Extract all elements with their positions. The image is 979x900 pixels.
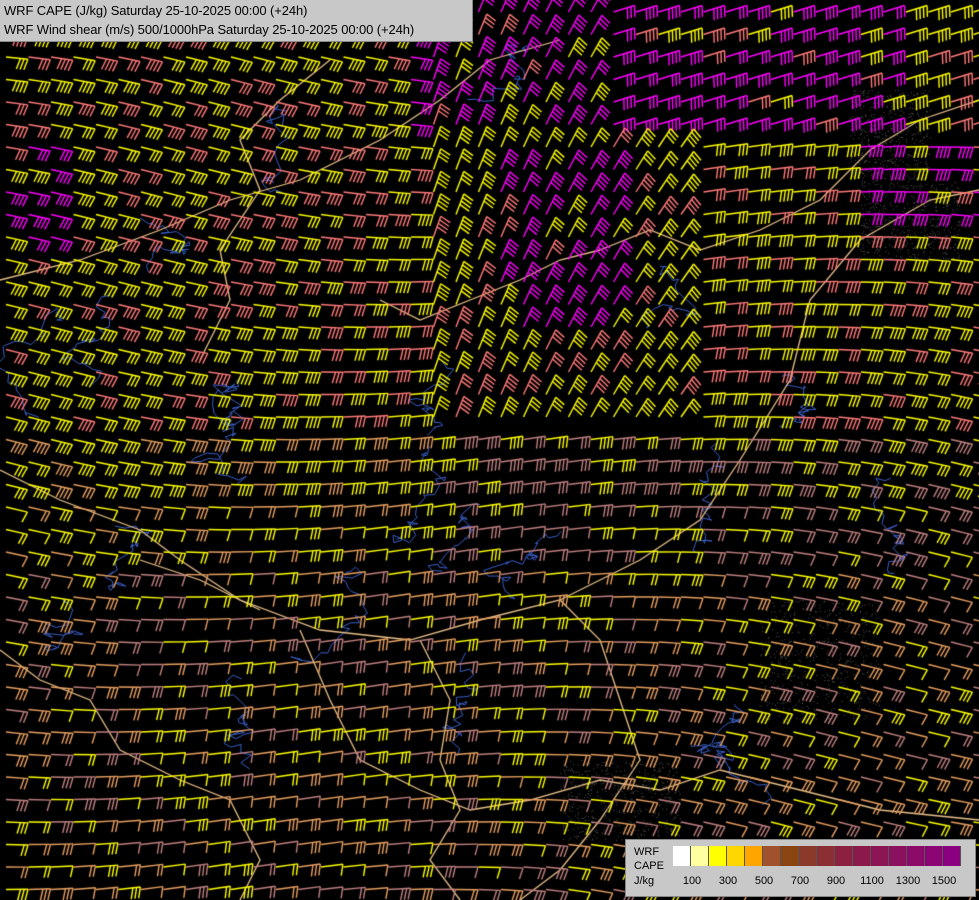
legend-tick-label: 1500 <box>931 875 957 887</box>
legend-unit-label: J/kg <box>634 875 655 887</box>
legend-swatch <box>853 846 871 866</box>
cape-title: WRF CAPE (J/kg) Saturday 25-10-2025 00:0… <box>4 3 308 18</box>
legend-swatch <box>817 846 835 866</box>
legend-color-scale <box>673 846 961 866</box>
map-title-box: WRF CAPE (J/kg) Saturday 25-10-2025 00:0… <box>0 0 473 42</box>
wind-shear-map <box>0 0 979 900</box>
legend-swatch <box>907 846 925 866</box>
legend-swatch <box>709 846 727 866</box>
legend-swatch <box>925 846 943 866</box>
legend-tick-label: 1100 <box>860 875 884 887</box>
legend-tick-label: 500 <box>754 875 774 887</box>
legend-tick-label: 300 <box>718 875 738 887</box>
legend-swatch <box>745 846 763 866</box>
legend-swatch <box>673 846 691 866</box>
legend-tick-label: 700 <box>790 875 810 887</box>
legend-tick-label: 100 <box>682 875 702 887</box>
shear-title: WRF Wind shear (m/s) 500/1000hPa Saturda… <box>4 22 415 37</box>
legend-swatch <box>943 846 961 866</box>
legend-model-label: WRF <box>634 846 660 858</box>
legend-swatch <box>763 846 781 866</box>
legend-swatch <box>727 846 745 866</box>
legend-tick-label: 900 <box>826 875 846 887</box>
legend-swatch <box>835 846 853 866</box>
cape-legend: WRF CAPE J/kg 100 300 500 700 900 1100 1300 150… <box>625 839 976 897</box>
legend-swatch <box>889 846 907 866</box>
legend-tick-label: 1300 <box>895 875 921 887</box>
legend-swatch <box>871 846 889 866</box>
legend-field-label: CAPE <box>634 860 664 872</box>
legend-swatch <box>799 846 817 866</box>
legend-swatch <box>781 846 799 866</box>
legend-swatch <box>691 846 709 866</box>
